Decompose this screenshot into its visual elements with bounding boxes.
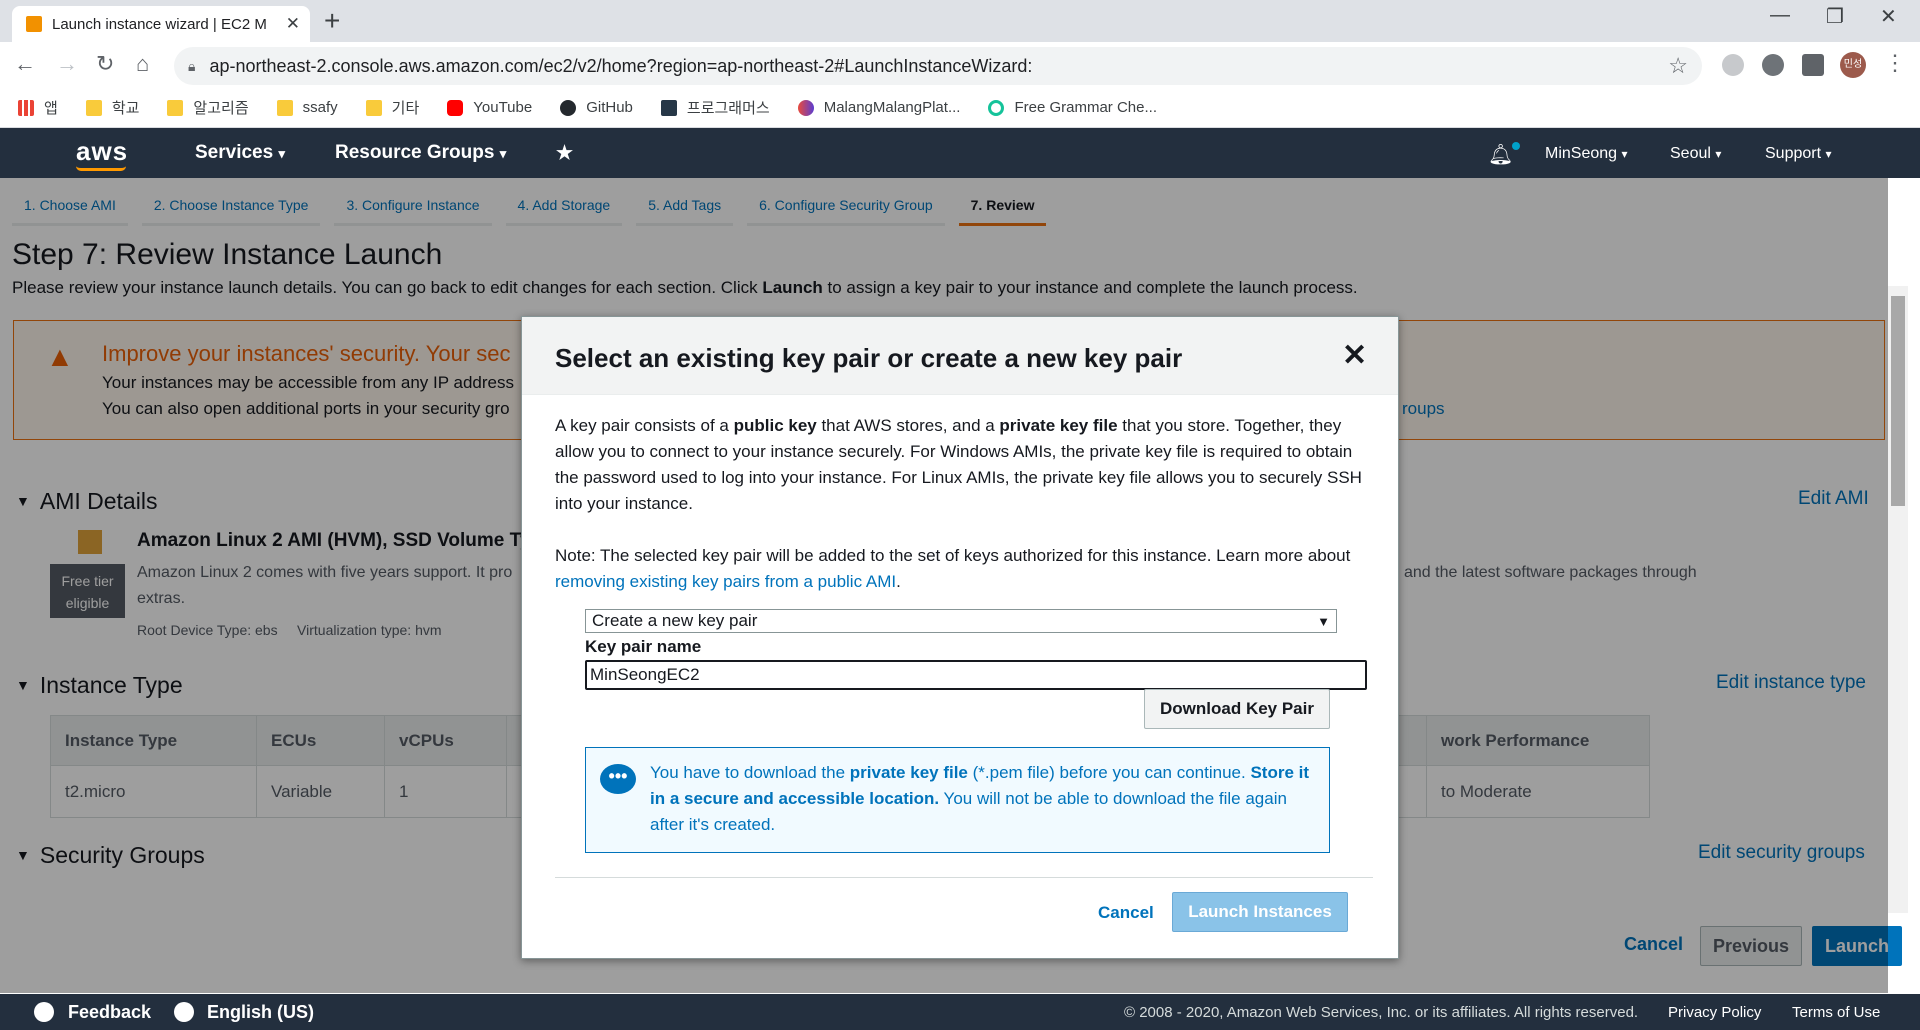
close-window-icon[interactable]: ✕ [1880,4,1897,29]
chevron-down-icon: ▾ [1621,147,1628,161]
info-chat-icon: ••• [600,764,636,794]
aws-logo-smile-icon [76,166,126,171]
chevron-down-icon: ▼ [1317,613,1330,629]
extensions-puzzle-icon[interactable] [1802,54,1824,76]
back-icon[interactable]: ← [14,50,36,78]
chevron-down-icon: ▾ [1715,147,1722,161]
extension-icon[interactable] [1722,54,1744,76]
maximize-icon[interactable]: ❐ [1826,4,1844,29]
dialog-title: Select an existing key pair or create a … [555,343,1183,373]
github-icon [560,99,577,116]
key-pair-option-select[interactable]: Create a new key pair ▼ [585,609,1337,633]
privacy-policy-link[interactable]: Privacy Policy [1668,1004,1761,1021]
url-text[interactable]: ap-northeast-2.console.aws.amazon.com/ec… [209,56,1668,77]
close-icon[interactable]: ✕ [1342,341,1367,371]
extension-icon[interactable] [1762,54,1784,76]
download-key-pair-button[interactable]: Download Key Pair [1144,689,1330,729]
bookmark-folder[interactable]: 학교 [85,97,139,118]
aws-favicon-icon [26,16,42,32]
notification-dot [1512,142,1520,150]
youtube-icon [447,99,464,116]
bookmark-folder[interactable]: 기타 [365,97,419,118]
launch-instances-button[interactable]: Launch Instances [1172,892,1348,932]
download-info-text: You have to download the private key fil… [650,763,1309,834]
dialog-cancel-button[interactable]: Cancel [1098,903,1154,923]
minimize-icon[interactable]: — [1770,4,1790,27]
folder-icon [85,99,102,116]
apps-grid-icon [18,99,34,116]
bookmark-folder[interactable]: 알고리즘 [167,97,249,118]
download-info-box: ••• You have to download the private key… [585,747,1330,853]
key-pair-note: Note: The selected key pair will be adde… [555,546,1351,591]
scrollbar-thumb[interactable] [1891,296,1905,506]
lock-icon[interactable]: 🔒︎ [188,58,195,75]
bookmark-grammar[interactable]: Free Grammar Che... [988,99,1157,116]
console-footer: Feedback English (US) © 2008 - 2020, Ama… [0,994,1920,1030]
bookmark-youtube[interactable]: YouTube [447,99,532,116]
notifications-bell-icon[interactable]: 🔔︎ [1488,142,1513,167]
terms-of-use-link[interactable]: Terms of Use [1792,1004,1880,1021]
address-bar[interactable]: 🔒︎ ap-northeast-2.console.aws.amazon.com… [174,47,1702,85]
folder-icon [365,99,382,116]
profile-avatar[interactable]: 민성 [1840,52,1866,78]
remove-key-pairs-link[interactable]: removing existing key pairs from a publi… [555,572,896,591]
account-menu[interactable]: MinSeong ▾ [1545,145,1628,163]
tab-title: Launch instance wizard | EC2 M [52,15,267,33]
chevron-down-icon: ▾ [278,146,285,161]
bookmark-github[interactable]: GitHub [560,99,633,116]
page-scrollbar[interactable] [1888,286,1908,913]
bookmark-programmers[interactable]: 프로그래머스 [660,97,770,118]
close-tab-icon[interactable]: ✕ [286,14,300,34]
services-menu[interactable]: Services ▾ [195,142,285,164]
divider [555,877,1373,878]
folder-icon [276,99,293,116]
home-icon[interactable]: ⌂ [136,50,149,78]
browser-tab-strip: Launch instance wizard | EC2 M ✕ + — ❐ ✕ [0,0,1920,42]
feedback-link[interactable]: Feedback [68,1002,151,1023]
key-pair-name-input[interactable] [585,660,1367,690]
bookmark-star-icon[interactable]: ☆ [1668,53,1688,79]
copyright-text: © 2008 - 2020, Amazon Web Services, Inc.… [1124,1004,1639,1021]
pin-icon[interactable]: ★ [556,142,573,165]
programmers-icon [660,99,677,116]
key-pair-dialog: Select an existing key pair or create a … [521,316,1399,959]
aws-top-nav: aws Services ▾ Resource Groups ▾ ★ 🔔︎ Mi… [0,128,1920,178]
region-menu[interactable]: Seoul ▾ [1670,145,1721,163]
bookmark-apps[interactable]: 앱 [18,97,58,118]
key-pair-name-label: Key pair name [585,637,702,656]
new-tab-icon[interactable]: + [324,6,340,36]
bookmark-malang[interactable]: MalangMalangPlat... [797,99,960,116]
chevron-down-icon: ▾ [1825,147,1832,161]
grammarly-icon [988,99,1005,116]
browser-toolbar: ← → ↻ ⌂ 🔒︎ ap-northeast-2.console.aws.am… [0,42,1920,88]
resource-groups-menu[interactable]: Resource Groups ▾ [335,142,506,164]
reload-icon[interactable]: ↻ [96,50,114,78]
dialog-header: Select an existing key pair or create a … [522,317,1398,395]
browser-menu-icon[interactable]: ⋮ [1884,50,1906,76]
chevron-down-icon: ▾ [499,146,507,161]
support-menu[interactable]: Support ▾ [1765,145,1832,163]
aws-logo[interactable]: aws [76,136,128,167]
forward-icon[interactable]: → [56,50,78,78]
key-pair-explanation: A key pair consists of a public key that… [555,416,1362,513]
globe-icon [174,1002,194,1022]
feedback-icon [34,1002,54,1022]
browser-tab[interactable]: Launch instance wizard | EC2 M ✕ [12,6,310,42]
bookmarks-bar: 앱 학교 알고리즘 ssafy 기타 YouTube GitHub 프로그래머스… [0,88,1920,128]
language-selector[interactable]: English (US) [207,1002,314,1023]
folder-icon [167,99,184,116]
bookmark-folder[interactable]: ssafy [276,99,338,116]
malang-icon [797,99,814,116]
